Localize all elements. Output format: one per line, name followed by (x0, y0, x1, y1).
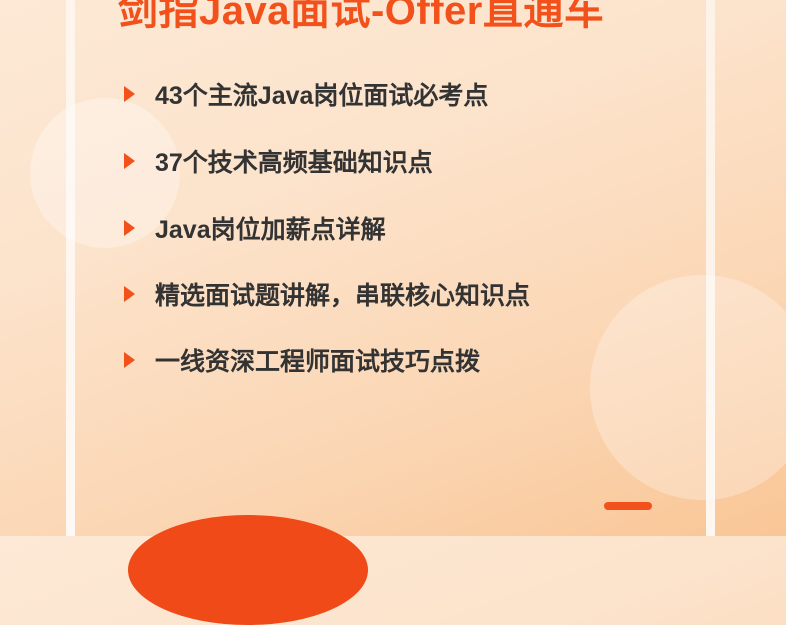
arrow-right-icon (124, 86, 135, 102)
list-item: 精选面试题讲解，串联核心知识点 (124, 276, 530, 312)
accent-bar (604, 502, 652, 510)
list-item-text: 37个技术高频基础知识点 (155, 149, 433, 177)
decorative-line-left (66, 0, 75, 536)
list-item-text: 精选面试题讲解，串联核心知识点 (155, 282, 531, 310)
list-item-text: Java岗位加薪点详解 (155, 216, 386, 244)
arrow-right-icon (124, 220, 135, 236)
decorative-arc (128, 515, 368, 625)
list-item: 37个技术高频基础知识点 (124, 143, 433, 179)
decorative-line-right (706, 0, 715, 536)
arrow-right-icon (124, 286, 135, 302)
page-title: 剑指Java面试-Offer直通车 (118, 0, 605, 33)
list-item: Java岗位加薪点详解 (124, 210, 386, 246)
decorative-circle-right (590, 275, 786, 500)
arrow-right-icon (124, 352, 135, 368)
list-item-text: 一线资深工程师面试技巧点拨 (155, 348, 481, 376)
arrow-right-icon (124, 153, 135, 169)
list-item: 43个主流Java岗位面试必考点 (124, 76, 488, 112)
list-item: 一线资深工程师面试技巧点拨 (124, 342, 480, 378)
list-item-text: 43个主流Java岗位面试必考点 (155, 82, 489, 110)
